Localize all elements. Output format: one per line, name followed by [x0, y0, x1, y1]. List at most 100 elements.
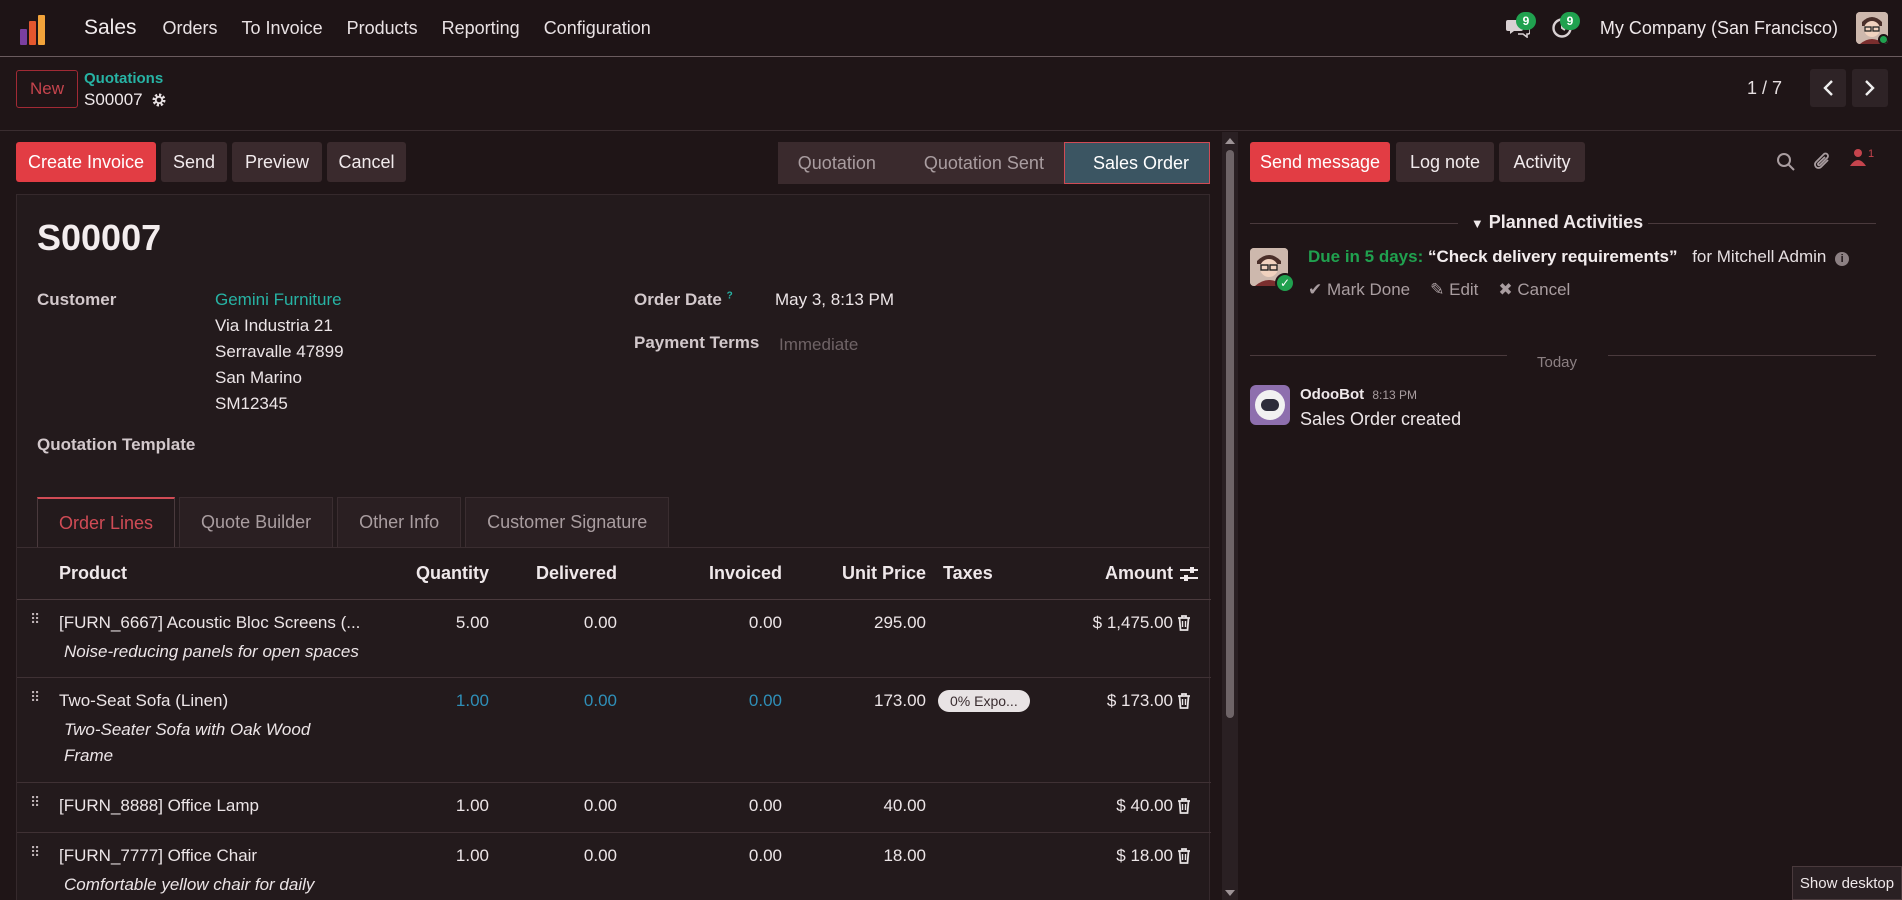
messages-count-badge: 9 [1515, 11, 1536, 30]
invoiced-cell[interactable]: 0.00 [637, 796, 782, 816]
close-icon: ✖ [1498, 280, 1513, 299]
scroll-down-arrow-icon[interactable] [1225, 890, 1235, 896]
product-name[interactable]: [FURN_8888] Office Lamp [59, 796, 259, 816]
quantity-cell[interactable]: 5.00 [337, 613, 489, 633]
log-note-button[interactable]: Log note [1396, 142, 1494, 182]
odoobot-avatar [1250, 385, 1290, 425]
edit-activity-button[interactable]: ✎ Edit [1430, 280, 1478, 300]
followers-button[interactable]: 1 [1850, 148, 1874, 166]
breadcrumb-quotations[interactable]: Quotations [84, 70, 163, 87]
tab-order-lines[interactable]: Order Lines [37, 497, 176, 547]
menu-configuration[interactable]: Configuration [532, 18, 663, 39]
col-unit-price[interactable]: Unit Price [787, 563, 926, 584]
invoiced-cell[interactable]: 0.00 [637, 691, 782, 711]
quantity-cell[interactable]: 1.00 [337, 691, 489, 711]
company-switcher[interactable]: My Company (San Francisco) [1600, 18, 1838, 39]
cancel-activity-button[interactable]: ✖ Cancel [1498, 280, 1570, 300]
pager-value[interactable]: 1 / 7 [1747, 78, 1782, 99]
send-button[interactable]: Send [161, 142, 227, 182]
drag-handle-icon[interactable]: ⠿ [30, 845, 42, 859]
customer-link[interactable]: Gemini Furniture [215, 290, 342, 310]
stage-quotation-sent[interactable]: Quotation Sent [895, 142, 1064, 184]
product-name[interactable]: Two-Seat Sofa (Linen) [59, 691, 228, 711]
stage-quotation[interactable]: Quotation [777, 142, 896, 184]
planned-activities-toggle[interactable]: ▼ Planned Activities [1238, 212, 1876, 233]
pager-next-button[interactable] [1852, 69, 1888, 107]
col-invoiced[interactable]: Invoiced [637, 563, 782, 584]
drag-handle-icon[interactable]: ⠿ [30, 690, 42, 704]
order-date-value[interactable]: May 3, 8:13 PM [775, 290, 894, 310]
delivered-cell[interactable]: 0.00 [487, 846, 617, 866]
menu-reporting[interactable]: Reporting [430, 18, 532, 39]
form-scrollbar[interactable] [1222, 132, 1238, 900]
table-row[interactable]: ⠿ [FURN_6667] Acoustic Bloc Screens (...… [17, 600, 1211, 678]
trash-icon[interactable] [1177, 798, 1191, 814]
delivered-cell[interactable]: 0.00 [487, 613, 617, 633]
menu-to-invoice[interactable]: To Invoice [230, 18, 335, 39]
navbar-systray: 9 9 My Company (San Francisco) [1498, 0, 1902, 57]
table-row[interactable]: ⠿ [FURN_8888] Office Lamp 1.00 0.00 0.00… [17, 783, 1211, 833]
unit-price-cell[interactable]: 18.00 [787, 846, 926, 866]
activity-button[interactable]: Activity [1499, 142, 1585, 182]
product-name[interactable]: [FURN_7777] Office Chair [59, 846, 257, 866]
tab-quote-builder[interactable]: Quote Builder [179, 497, 334, 547]
user-avatar[interactable] [1856, 12, 1888, 44]
stage-sales-order[interactable]: Sales Order [1063, 142, 1210, 184]
scrollbar-thumb[interactable] [1226, 150, 1234, 718]
table-row[interactable]: ⠿ Two-Seat Sofa (Linen) Two-Seater Sofa … [17, 678, 1211, 783]
form-sheet: S00007 Customer Gemini Furniture Via Ind… [16, 194, 1211, 900]
form-statusbar: Create Invoice Send Preview Cancel Quota… [16, 142, 1210, 184]
new-button[interactable]: New [16, 70, 78, 108]
pencil-icon: ✎ [1430, 280, 1445, 299]
send-message-button[interactable]: Send message [1250, 142, 1390, 182]
search-icon[interactable] [1776, 152, 1796, 172]
show-desktop-button[interactable]: Show desktop [1792, 866, 1902, 900]
quantity-cell[interactable]: 1.00 [337, 846, 489, 866]
tab-other-info[interactable]: Other Info [337, 497, 462, 547]
info-icon[interactable]: i [1835, 252, 1850, 266]
trash-icon[interactable] [1177, 615, 1191, 631]
drag-handle-icon[interactable]: ⠿ [30, 795, 42, 809]
edit-label: Edit [1449, 280, 1479, 299]
tax-tag[interactable]: 0% Expo... [938, 690, 1030, 712]
col-delivered[interactable]: Delivered [487, 563, 617, 584]
invoiced-cell[interactable]: 0.00 [637, 846, 782, 866]
delivered-cell[interactable]: 0.00 [487, 796, 617, 816]
help-tooltip-icon[interactable]: ? [727, 290, 733, 301]
mark-done-button[interactable]: ✔ Mark Done [1308, 280, 1410, 300]
menu-products[interactable]: Products [335, 18, 430, 39]
col-product[interactable]: Product [59, 563, 127, 584]
delivered-cell[interactable]: 0.00 [487, 691, 617, 711]
scroll-up-arrow-icon[interactable] [1225, 138, 1235, 144]
message-author[interactable]: OdooBot [1300, 386, 1364, 403]
table-row[interactable]: ⠿ [FURN_7777] Office Chair Comfortable y… [17, 833, 1211, 900]
sales-app-icon[interactable] [20, 11, 54, 45]
product-name[interactable]: [FURN_6667] Acoustic Bloc Screens (... [59, 613, 360, 633]
drag-handle-icon[interactable]: ⠿ [30, 612, 42, 626]
pager-previous-button[interactable] [1810, 69, 1846, 107]
activities-button[interactable]: 9 [1542, 0, 1582, 57]
col-quantity[interactable]: Quantity [337, 563, 489, 584]
menu-orders[interactable]: Orders [151, 18, 230, 39]
paperclip-icon[interactable] [1813, 152, 1833, 172]
quantity-cell[interactable]: 1.00 [337, 796, 489, 816]
unit-price-cell[interactable]: 40.00 [787, 796, 926, 816]
gear-icon[interactable] [151, 92, 167, 108]
address-country: San Marino [215, 368, 302, 387]
create-invoice-button[interactable]: Create Invoice [16, 142, 156, 182]
preview-button[interactable]: Preview [232, 142, 322, 182]
payment-terms-field[interactable]: Immediate [779, 335, 858, 355]
col-taxes[interactable]: Taxes [943, 563, 993, 584]
cancel-button[interactable]: Cancel [327, 142, 406, 182]
messaging-button[interactable]: 9 [1498, 0, 1538, 57]
trash-icon[interactable] [1177, 693, 1191, 709]
trash-icon[interactable] [1177, 848, 1191, 864]
col-amount[interactable]: Amount [1027, 563, 1173, 584]
tab-customer-signature[interactable]: Customer Signature [465, 497, 670, 547]
optional-columns-icon[interactable] [1179, 565, 1199, 583]
invoiced-cell[interactable]: 0.00 [637, 613, 782, 633]
order-name: S00007 [37, 217, 162, 258]
app-name[interactable]: Sales [84, 16, 137, 40]
unit-price-cell[interactable]: 295.00 [787, 613, 926, 633]
unit-price-cell[interactable]: 173.00 [787, 691, 926, 711]
